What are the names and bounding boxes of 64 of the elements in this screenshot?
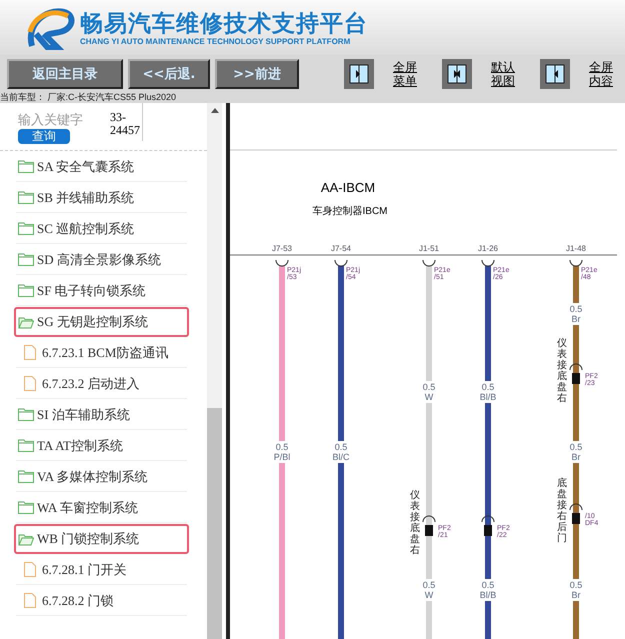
platform-title: 畅易汽车维修技术支持平台	[80, 9, 368, 37]
tree-item[interactable]: VA 多媒体控制系统	[16, 462, 187, 492]
pin-label: J1-51	[419, 244, 439, 253]
module-name: 车身控制器IBCM	[312, 206, 388, 217]
nav-button[interactable]: <<后退.	[128, 58, 210, 88]
splice-note: 仪表接底盘右	[410, 490, 420, 556]
wire-label: 0.5 Bl/B	[480, 580, 496, 600]
splice-connector-icon	[422, 516, 436, 536]
connector-icon	[422, 260, 436, 266]
connector-icon	[276, 260, 288, 266]
splice-connector-icon	[482, 516, 494, 536]
connector-icon	[334, 260, 348, 266]
tree-item[interactable]: SB 并线辅助系统	[16, 183, 187, 213]
pin-label: J1-26	[478, 244, 498, 253]
current-model-text: 当前车型： 厂家:C-长安汽车CS55 Plus2020	[0, 92, 625, 103]
nav-button[interactable]: 返回主目录	[7, 58, 123, 88]
splice-connector-icon	[570, 504, 582, 524]
tree-item[interactable]: SF 电子转向锁系统	[16, 276, 187, 306]
splice-connector-icon	[570, 364, 582, 384]
panel-view-icon[interactable]	[540, 58, 570, 88]
tree-item[interactable]: WB 门锁控制系统	[14, 524, 189, 554]
tree-item[interactable]: SG 无钥匙控制系统	[14, 307, 189, 337]
document-icon	[24, 562, 36, 577]
tree-item[interactable]: SI 泊车辅助系统	[16, 400, 187, 430]
pin-label: J7-53	[272, 244, 292, 253]
view-link[interactable]: 全屏菜单	[393, 60, 417, 88]
pin-label: J7-54	[331, 244, 351, 253]
document-icon	[24, 593, 36, 608]
connector-icon	[482, 260, 494, 266]
tree-item[interactable]: 6.7.23.2 启动进入	[16, 369, 187, 399]
query-button[interactable]: 查询	[18, 129, 70, 144]
splice-note: 仪表接底盘右	[557, 338, 567, 404]
document-icon	[24, 376, 36, 391]
split-view-icon[interactable]	[442, 58, 472, 88]
tree-item[interactable]: SC 巡航控制系统	[16, 214, 187, 244]
panel-view-icon[interactable]	[344, 58, 374, 88]
pin-label: J1-48	[566, 244, 586, 253]
tree-item[interactable]: SD 高清全景影像系统	[16, 245, 187, 275]
module-title: AA-IBCM	[320, 180, 376, 195]
nav-button[interactable]: >>前进	[215, 58, 299, 88]
scroll-up-icon[interactable]	[210, 108, 218, 113]
wire-label: 0.5 Bl/C	[332, 442, 350, 462]
tree-item[interactable]: 6.7.28.2 门锁	[16, 586, 187, 616]
wire-label: 0.5 Br	[570, 304, 582, 324]
platform-subtitle: CHANG YI AUTO MAINTENANCE TECHNOLOGY SUPPORT PLATFORM	[80, 37, 352, 46]
scrollbar-thumb[interactable]	[207, 408, 222, 639]
tree-item[interactable]: 6.7.28.1 门开关	[16, 555, 187, 585]
wire-label: 0.5 Bl/B	[480, 382, 496, 402]
splice-note: 底盘接右后门	[557, 478, 567, 544]
wire-label: 0.5 Br	[570, 580, 582, 600]
keyword-input[interactable]: 输入关键字	[18, 112, 106, 127]
tree-item[interactable]: TA AT控制系统	[16, 431, 187, 461]
wire-label: 0.5 W	[422, 382, 436, 402]
tree-item[interactable]: SA 安全气囊系统	[16, 152, 187, 182]
view-link[interactable]: 全屏内容	[589, 60, 613, 88]
wire-label: 0.5 P/Bl	[274, 442, 290, 462]
wire-label: 0.5 Br	[570, 442, 582, 462]
document-icon	[24, 345, 36, 360]
tree-item[interactable]: WA 车窗控制系统	[16, 493, 187, 523]
view-link[interactable]: 默认视图	[491, 60, 515, 88]
code-text: 33-24457	[110, 103, 143, 141]
wire-label: 0.5 W	[422, 580, 436, 600]
connector-icon	[570, 260, 582, 266]
tree-item[interactable]: 6.7.23.1 BCM防盗通讯	[16, 338, 187, 368]
